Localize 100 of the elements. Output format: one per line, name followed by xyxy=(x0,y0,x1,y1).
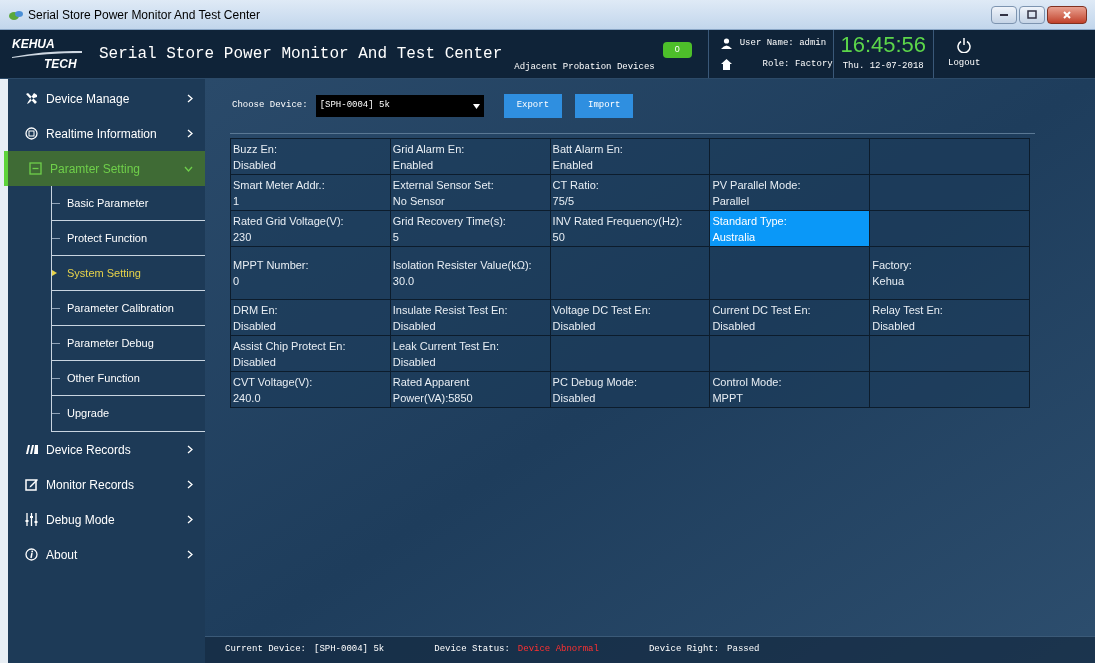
logo-text: TECH xyxy=(43,58,78,70)
parameter-cell[interactable]: Batt Alarm En: Enabled xyxy=(550,139,711,175)
parameter-label: DRM En: xyxy=(233,302,279,318)
menu-item[interactable]: Debug Mode xyxy=(8,502,205,537)
parameter-label: Rated Grid Voltage(V): xyxy=(233,213,345,229)
parameter-label: External Sensor Set: xyxy=(392,177,495,193)
parameter-label: PV Parallel Mode: xyxy=(712,177,802,193)
parameter-value: No Sensor xyxy=(392,193,446,209)
chevron-right-icon xyxy=(187,515,193,524)
parameter-cell[interactable]: PV Parallel Mode: Parallel xyxy=(710,175,871,211)
parameter-value: 240.0 xyxy=(233,390,262,406)
panel-icon xyxy=(29,162,42,175)
parameter-label: Standard Type: xyxy=(712,213,788,229)
clock-time: 16:45:56 xyxy=(840,34,927,57)
parameter-label: Grid Recovery Time(s): xyxy=(392,213,507,229)
parameter-cell[interactable]: Buzz En: Disabled xyxy=(231,139,391,175)
parameter-cell[interactable]: INV Rated Frequency(Hz): 50 xyxy=(550,211,711,247)
parameter-cell[interactable]: Grid Recovery Time(s): 5 xyxy=(390,211,551,247)
parameter-value: Disabled xyxy=(233,354,277,370)
parameter-label: MPPT Number: xyxy=(233,258,310,273)
minimize-button[interactable] xyxy=(991,5,1017,24)
parameter-value: Disabled xyxy=(552,390,597,406)
status-label: Device Status: xyxy=(434,643,510,657)
records-icon xyxy=(25,443,38,456)
parameter-label: Leak Current Test En: xyxy=(392,338,500,354)
adjacent-devices-label: Adjacent Probation Devices xyxy=(514,60,655,74)
parameter-cell[interactable]: Control Mode: MPPT xyxy=(710,372,871,408)
logout-button[interactable]: Logout xyxy=(932,30,995,78)
menu-item[interactable]: Device Records xyxy=(8,432,205,467)
status-label: Device Right: xyxy=(648,643,720,657)
edit-icon xyxy=(25,478,38,491)
parameter-cell[interactable]: DRM En: Disabled xyxy=(231,300,391,336)
parameter-value: Enabled xyxy=(552,157,594,173)
parameter-value: Disabled xyxy=(392,354,437,370)
caret-icon xyxy=(472,103,480,109)
parameter-cell[interactable]: Smart Meter Addr.: 1 xyxy=(231,175,391,211)
parameter-cell[interactable]: Relay Test En: Disabled xyxy=(870,300,1030,336)
chevron-right-icon xyxy=(187,94,193,103)
parameter-value: 1 xyxy=(233,193,241,209)
parameter-value: Australia xyxy=(712,229,757,245)
parameter-cell[interactable]: External Sensor Set: No Sensor xyxy=(390,175,551,211)
parameter-value: 230 xyxy=(233,229,253,245)
parameter-cell[interactable]: Current DC Test En: Disabled xyxy=(710,300,871,336)
status-label: Current Device: xyxy=(225,643,306,657)
parameter-cell[interactable]: Insulate Resist Test En: Disabled xyxy=(390,300,551,336)
window-title: Serial Store Power Monitor And Test Center xyxy=(28,6,260,24)
parameter-label: Isolation Resister Value(kΩ): xyxy=(392,258,533,273)
status-value: Passed xyxy=(727,643,760,657)
parameter-value: Kehua xyxy=(872,274,905,289)
parameter-cell[interactable]: Factory: Kehua xyxy=(870,247,1030,300)
parameter-cell[interactable]: Assist Chip Protect En: Disabled xyxy=(231,336,391,372)
parameter-value: 0 xyxy=(233,274,241,289)
parameter-cell[interactable]: PC Debug Mode: Disabled xyxy=(550,372,711,408)
role-text: Role: Factory xyxy=(762,58,833,71)
menu-item[interactable]: Device Manage xyxy=(8,81,205,116)
user-name-text: User Name: admin xyxy=(739,36,827,50)
parameter-value: Disabled xyxy=(392,318,437,334)
parameter-cell[interactable]: Leak Current Test En: Disabled xyxy=(390,336,551,372)
parameter-label: Assist Chip Protect En: xyxy=(233,338,347,354)
parameter-value: 5 xyxy=(392,229,400,245)
sliders-icon xyxy=(25,513,38,526)
parameter-value: MPPT xyxy=(712,390,744,406)
maximize-button[interactable] xyxy=(1019,5,1045,24)
parameter-label: Buzz En: xyxy=(233,141,279,157)
parameter-label: Current DC Test En: xyxy=(712,302,812,318)
user-icon xyxy=(720,37,732,49)
status-value: [SPH-0004] 5k xyxy=(314,643,385,657)
submenu-item[interactable]: Upgrade xyxy=(52,396,205,431)
parameter-label: Control Mode: xyxy=(712,374,783,390)
parameter-label: PC Debug Mode: xyxy=(552,374,638,390)
parameter-value: Disabled xyxy=(552,318,597,334)
parameter-label: Relay Test En: xyxy=(872,302,944,318)
parameter-label: Factory: xyxy=(872,258,913,273)
choose-device-label: Choose Device: xyxy=(232,99,308,113)
parameter-cell[interactable]: CT Ratio: 75/5 xyxy=(550,175,711,211)
parameter-cell[interactable]: Voltage DC Test En: Disabled xyxy=(550,300,711,336)
app-icon xyxy=(8,8,24,21)
menu-item[interactable]: Realtime Information xyxy=(8,116,205,151)
parameter-cell[interactable]: Grid Alarm En: Enabled xyxy=(390,139,551,175)
parameter-value: 30.0 xyxy=(392,274,416,289)
info-icon xyxy=(25,127,38,140)
parameter-value: Parallel xyxy=(712,193,751,209)
parameter-cell[interactable]: Rated Apparent Power(VA):5850 xyxy=(390,372,551,408)
parameter-cell[interactable]: MPPT Number: 0 xyxy=(231,247,391,300)
power-icon xyxy=(957,37,972,53)
chevron-right-icon xyxy=(187,550,193,559)
parameter-value: Disabled xyxy=(872,318,916,334)
parameter-label: INV Rated Frequency(Hz): xyxy=(552,213,684,229)
menu-item[interactable]: About xyxy=(8,537,205,572)
close-button[interactable] xyxy=(1047,5,1087,24)
menu-item[interactable]: Monitor Records xyxy=(8,467,205,502)
parameter-cell[interactable]: CVT Voltage(V): 240.0 xyxy=(231,372,391,408)
device-dropdown[interactable]: [SPH-0004] 5k xyxy=(315,95,484,117)
parameter-value: Disabled xyxy=(233,318,277,334)
parameter-cell[interactable]: Isolation Resister Value(kΩ): 30.0 xyxy=(390,247,551,300)
parameter-cell[interactable]: Rated Grid Voltage(V): 230 xyxy=(231,211,391,247)
parameter-label: CVT Voltage(V): xyxy=(233,374,314,390)
pointer-icon xyxy=(52,270,57,276)
logo-text: KEHUA xyxy=(12,38,56,50)
house-icon xyxy=(720,59,732,71)
